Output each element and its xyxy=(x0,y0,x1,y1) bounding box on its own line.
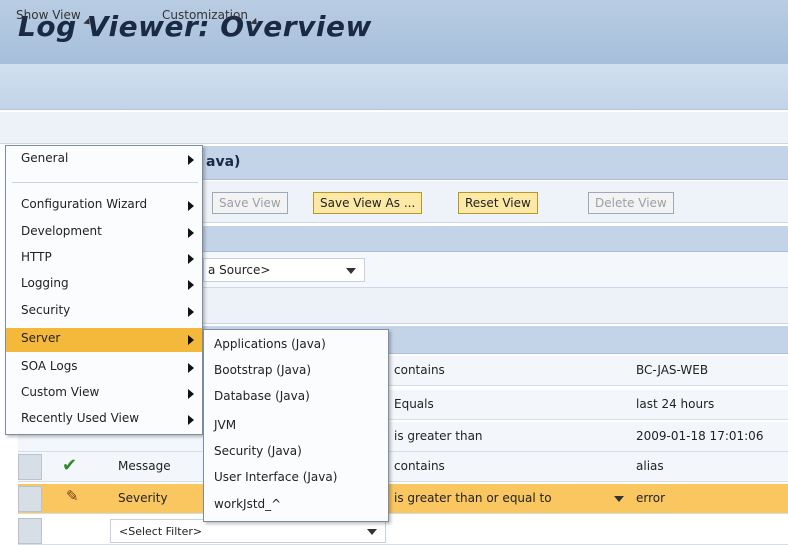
menu-item-custom-view[interactable]: Custom View xyxy=(6,382,202,406)
filter-field: Message xyxy=(118,459,171,473)
filter-value: last 24 hours xyxy=(636,397,715,411)
menu-item-label: Custom View xyxy=(21,385,100,399)
filter-operator: Equals xyxy=(394,397,434,411)
menu-item-server[interactable]: Server xyxy=(6,328,202,352)
arrow-right-icon xyxy=(188,389,194,399)
customization-label: Customization xyxy=(162,8,248,22)
header-sub-bar xyxy=(0,64,788,110)
filter-operator: is greater than xyxy=(394,429,483,443)
pencil-icon: ✎ xyxy=(66,487,79,505)
menu-item-label: Development xyxy=(21,224,102,238)
row-selector[interactable] xyxy=(18,454,42,480)
filter-value[interactable]: error xyxy=(636,491,665,505)
save-view-as-button[interactable]: Save View As ... xyxy=(313,192,423,214)
submenu-item-applications[interactable]: Applications (Java) xyxy=(204,333,388,358)
submenu-item-bootstrap[interactable]: Bootstrap (Java) xyxy=(204,359,388,384)
show-view-dropdown: General Configuration Wizard Development… xyxy=(5,145,203,435)
source-select[interactable]: a Source> xyxy=(203,258,365,282)
menu-item-development[interactable]: Development xyxy=(6,221,202,245)
menu-item-label: General xyxy=(21,151,69,165)
server-submenu: Applications (Java) Bootstrap (Java) Dat… xyxy=(203,329,389,522)
show-view-menu[interactable]: Show View xyxy=(16,8,93,28)
menu-item-http[interactable]: HTTP xyxy=(6,247,202,271)
arrow-right-icon xyxy=(188,201,194,211)
menu-separator xyxy=(12,182,198,183)
menu-item-label: Server xyxy=(21,331,61,345)
show-view-label: Show View xyxy=(16,8,81,22)
save-view-button[interactable]: Save View xyxy=(212,192,288,214)
arrow-right-icon xyxy=(188,155,194,165)
menu-item-soa-logs[interactable]: SOA Logs xyxy=(6,356,202,380)
submenu-item-security[interactable]: Security (Java) xyxy=(204,440,388,465)
filter-value: BC-JAS-WEB xyxy=(636,363,709,377)
arrow-right-icon xyxy=(188,415,194,425)
arrow-right-icon xyxy=(188,228,194,238)
filter-value: alias xyxy=(636,459,664,473)
view-title-band xyxy=(200,146,788,180)
section-band xyxy=(200,226,788,252)
select-filter-dropdown[interactable]: <Select Filter> xyxy=(110,519,386,543)
filter-value: 2009-01-18 17:01:06 xyxy=(636,429,764,443)
menu-item-label: Configuration Wizard xyxy=(21,197,148,211)
menu-item-security[interactable]: Security xyxy=(6,300,202,324)
filter-field: Severity xyxy=(118,491,168,505)
row-selector[interactable] xyxy=(18,518,42,544)
reset-view-button[interactable]: Reset View xyxy=(458,192,538,214)
submenu-item-workstd[interactable]: workJstd_^ xyxy=(204,493,388,518)
chevron-down-icon xyxy=(367,529,377,535)
check-icon: ✔ xyxy=(62,455,78,476)
menu-item-label: Recently Used View xyxy=(21,411,140,425)
select-filter-label: <Select Filter> xyxy=(119,525,203,538)
chevron-down-icon[interactable] xyxy=(614,496,624,502)
source-select-value: a Source> xyxy=(208,263,271,277)
delete-view-button[interactable]: Delete View xyxy=(588,192,674,214)
row-selector[interactable] xyxy=(18,486,42,512)
arrow-right-icon xyxy=(188,363,194,373)
arrow-right-icon xyxy=(188,254,194,264)
arrow-right-icon xyxy=(188,307,194,317)
submenu-item-jvm[interactable]: JVM xyxy=(204,414,388,439)
empty-row xyxy=(200,288,788,324)
arrow-right-icon xyxy=(188,335,194,345)
menu-item-general[interactable]: General xyxy=(6,148,202,172)
menu-item-label: HTTP xyxy=(21,250,52,264)
menu-bar xyxy=(0,112,788,144)
menu-item-label: Logging xyxy=(21,276,69,290)
filter-operator[interactable]: is greater than or equal to xyxy=(394,491,552,505)
chevron-down-icon xyxy=(346,268,356,274)
customization-menu[interactable]: Customization xyxy=(162,8,260,28)
arrow-right-icon xyxy=(188,280,194,290)
menu-item-label: SOA Logs xyxy=(21,359,78,373)
menu-item-configuration-wizard[interactable]: Configuration Wizard xyxy=(6,194,202,218)
menu-item-logging[interactable]: Logging xyxy=(6,273,202,297)
filter-operator: contains xyxy=(394,459,445,473)
menu-item-recently-used-view[interactable]: Recently Used View xyxy=(6,408,202,432)
view-title: ava) xyxy=(206,154,241,170)
submenu-item-database[interactable]: Database (Java) xyxy=(204,385,388,410)
menu-item-label: Security xyxy=(21,303,71,317)
submenu-item-user-interface[interactable]: User Interface (Java) xyxy=(204,466,388,491)
filter-operator: contains xyxy=(394,363,445,377)
